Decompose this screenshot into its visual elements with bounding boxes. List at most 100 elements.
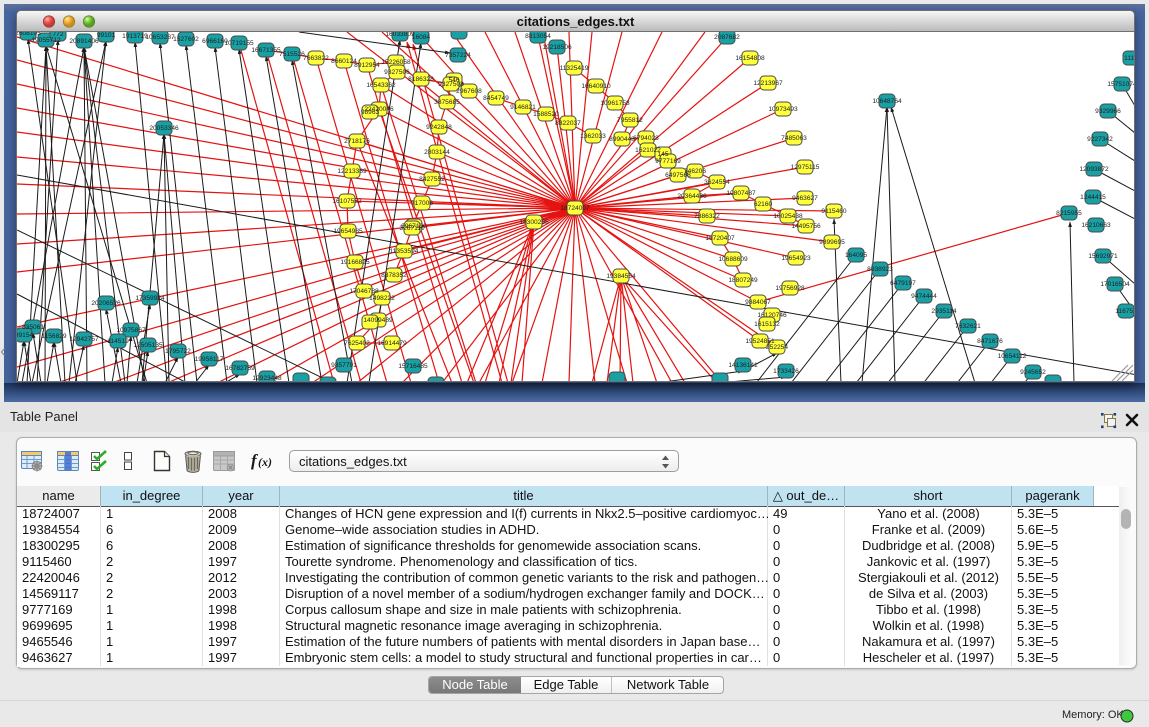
svg-text:2803144: 2803144 [424,149,450,156]
svg-text:17359924: 17359924 [135,295,165,302]
svg-text:1795722: 1795722 [165,348,191,355]
svg-text:746206: 746206 [684,168,706,175]
svg-text:8427552: 8427552 [419,176,445,183]
svg-text:9857791: 9857791 [331,362,357,369]
svg-text:1362033: 1362033 [580,133,606,140]
svg-text:9327508: 9327508 [438,81,464,88]
svg-text:16543362: 16543362 [366,82,396,89]
svg-text:12213967: 12213967 [753,80,783,87]
svg-text:6794028: 6794028 [633,135,659,142]
svg-text:17016504: 17016504 [1100,281,1130,288]
svg-text:3267110: 3267110 [399,225,425,232]
svg-text:20891406: 20891406 [69,38,99,45]
svg-text:164095: 164095 [845,252,867,259]
svg-text:917006: 917006 [411,200,433,207]
svg-text:10807487: 10807487 [726,190,756,197]
svg-text:19958117: 19958117 [195,356,224,363]
svg-text:16640910: 16640910 [581,83,611,90]
svg-text:8454749: 8454749 [483,95,509,102]
svg-text:3875685: 3875685 [434,99,460,106]
svg-text:7386322: 7386322 [694,213,720,220]
svg-text:9242848: 9242848 [426,124,452,131]
svg-text:6479197: 6479197 [890,280,916,287]
svg-text:8990448: 8990448 [609,136,635,143]
svg-text:19384554: 19384554 [606,273,636,280]
svg-text:10648764: 10648764 [872,98,902,105]
svg-text:10654112: 10654112 [998,353,1027,360]
svg-text:18807249: 18807249 [728,277,758,284]
svg-text:12213389: 12213389 [337,168,367,175]
svg-text:1615132: 1615132 [754,321,780,328]
svg-text:12975115: 12975115 [791,164,820,171]
svg-text:15226058: 15226058 [381,59,411,66]
svg-text:1498222: 1498222 [369,295,395,302]
svg-text:18300295: 18300295 [519,219,549,226]
svg-text:14136141: 14136141 [728,362,758,369]
svg-text:10961758: 10961758 [600,100,630,107]
svg-text:10975867: 10975867 [116,327,146,334]
svg-text:7955812: 7955812 [617,117,643,124]
svg-text:9329966: 9329966 [1095,108,1121,115]
svg-text:7485063: 7485063 [781,135,807,142]
svg-text:10688609: 10688609 [718,256,748,263]
svg-text:99101: 99101 [97,32,116,39]
svg-text:14495756: 14495756 [791,223,821,230]
svg-text:772: 772 [52,32,63,38]
svg-text:7357224: 7357224 [445,52,471,59]
svg-text:16154808: 16154808 [735,55,765,62]
svg-text:19055712: 19055712 [31,37,61,44]
svg-text:10973493: 10973493 [768,106,798,113]
svg-text:18724007: 18724007 [560,205,590,212]
svg-text:7632621: 7632621 [955,323,981,330]
svg-text:19756928: 19756928 [775,285,805,292]
svg-text:15751074: 15751074 [1107,81,1134,88]
svg-text:8322037: 8322037 [555,120,581,127]
svg-text:16210663: 16210663 [1081,222,1111,229]
svg-text:8912954: 8912954 [354,62,380,69]
svg-text:1112: 1112 [1124,55,1134,62]
svg-text:15692971: 15692971 [1088,253,1118,260]
svg-text:15720407: 15720407 [705,235,735,242]
svg-text:9245652: 9245652 [1020,369,1046,376]
svg-text:12093872: 12093872 [1079,166,1109,173]
svg-text:2935114: 2935114 [931,308,957,315]
svg-text:10719155: 10719155 [224,40,254,47]
svg-text:7515526: 7515526 [279,51,305,58]
svg-text:252254: 252254 [766,344,788,351]
svg-text:16120746: 16120746 [757,312,787,319]
svg-text:16107552: 16107552 [332,198,362,205]
svg-text:12505135: 12505135 [133,342,163,349]
svg-text:7625402: 7625402 [344,340,370,347]
svg-text:16782759: 16782759 [225,365,255,372]
svg-text:11325419: 11325419 [560,65,589,72]
svg-text:15716485: 15716485 [398,363,428,370]
svg-text:9146821: 9146821 [510,104,536,111]
svg-text:16914479: 16914479 [377,340,407,347]
svg-text:19654985: 19654985 [333,228,363,235]
svg-text:8878352: 8878352 [381,272,407,279]
svg-text:11353594: 11353594 [390,248,419,255]
svg-text:9327506: 9327506 [384,69,410,76]
svg-text:9884067: 9884067 [745,299,771,306]
svg-text:145: 145 [657,151,668,158]
svg-text:8813054: 8813054 [525,33,551,40]
svg-text:16084: 16084 [412,34,431,41]
svg-text:1913719: 1913719 [122,33,148,40]
svg-text:1244415: 1244415 [1080,194,1106,201]
svg-text:9474444: 9474444 [911,293,937,300]
svg-text:14099489: 14099489 [363,317,393,324]
svg-text:9463627: 9463627 [792,195,818,202]
svg-text:12923448: 12923448 [252,375,282,382]
svg-text:1588520: 1588520 [533,111,559,118]
svg-text:16671355: 16671355 [251,47,281,54]
svg-text:8186328: 8186328 [408,76,434,83]
svg-text:2718176: 2718176 [344,138,370,145]
svg-text:9899695: 9899695 [819,239,845,246]
svg-text:16033809: 16033809 [385,32,415,38]
svg-text:20364436: 20364436 [677,193,707,200]
svg-text:7663822: 7663822 [303,55,329,62]
svg-text:116753: 116753 [1115,308,1134,315]
svg-text:9115460: 9115460 [821,208,847,215]
svg-text:12942757: 12942757 [69,336,99,343]
svg-text:2087682: 2087682 [714,34,740,41]
